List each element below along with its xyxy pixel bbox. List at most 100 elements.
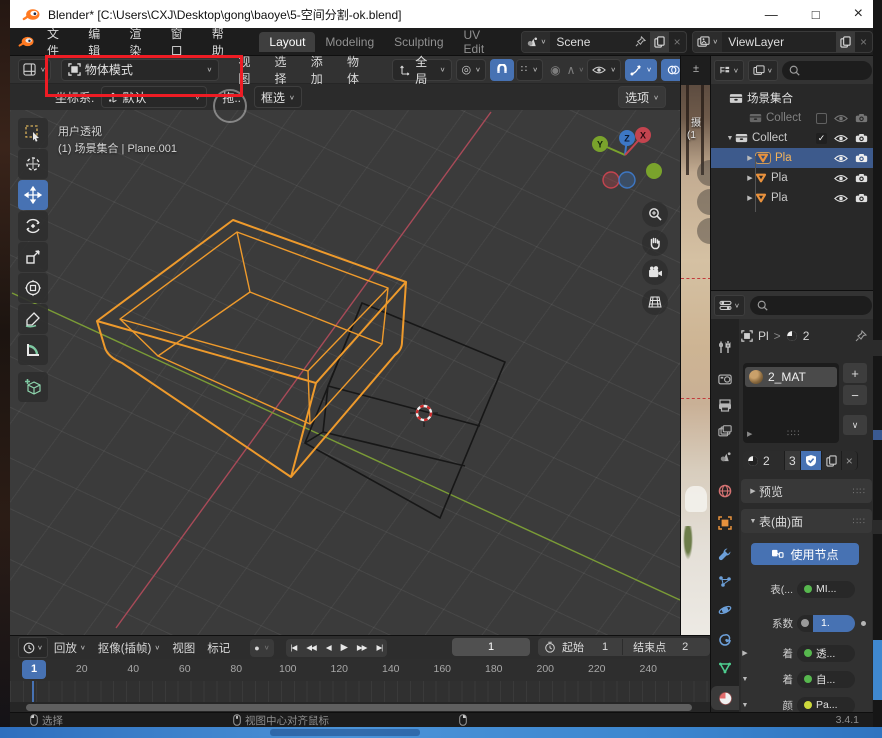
menu-render[interactable]: 渲染 [120, 25, 161, 59]
viewlayer-icon[interactable]: ∨ [693, 32, 722, 52]
tab-object-data[interactable] [711, 656, 739, 680]
proportional-falloff-dropdown[interactable]: ∧∨ [564, 63, 588, 77]
drag-label[interactable]: 拖.. [215, 89, 248, 106]
new-viewlayer-icon[interactable] [836, 32, 855, 52]
keying-set-dropdown[interactable]: ∨ [264, 644, 270, 651]
outliner-row-scene-collection[interactable]: 场景集合 [711, 88, 873, 108]
options-dropdown[interactable]: 选项∨ [618, 86, 666, 108]
editor-type-button[interactable]: ∨ [18, 59, 51, 81]
outliner-display-mode-dropdown[interactable]: ∨ [714, 60, 744, 81]
blender-menu-icon[interactable] [18, 35, 34, 48]
tab-object[interactable] [711, 511, 739, 535]
workspace-tab-modeling[interactable]: Modeling [315, 32, 384, 52]
workspace-tab-uvedit[interactable]: UV Edit [454, 25, 513, 59]
jump-to-start-button[interactable]: |◀ [286, 643, 302, 652]
pin-icon[interactable] [631, 36, 650, 47]
unlink-scene-icon[interactable]: × [669, 35, 686, 49]
tab-tool[interactable] [711, 335, 739, 359]
slot-grip[interactable]: ∷∷ [787, 428, 800, 439]
breadcrumb-object-name[interactable]: Pl [758, 329, 769, 343]
proportional-editing-icon[interactable]: ◉ [547, 63, 563, 77]
tab-modifiers[interactable] [711, 542, 739, 566]
workspace-tab-sculpting[interactable]: Sculpting [384, 32, 453, 52]
tab-output[interactable] [711, 393, 739, 417]
tab-render[interactable] [711, 367, 739, 391]
tool-measure[interactable] [18, 335, 48, 365]
tool-annotate[interactable] [18, 304, 48, 334]
hide-eye-icon2[interactable] [834, 134, 848, 143]
tool-cursor[interactable] [18, 149, 48, 179]
breadcrumb-material-count[interactable]: 2 [803, 329, 810, 343]
menu-window[interactable]: 窗口 [162, 25, 203, 59]
gizmos-dropdown[interactable]: ∨ [625, 59, 657, 81]
perspective-toggle-button[interactable] [642, 289, 668, 315]
animate-decorator-dot[interactable] [861, 621, 866, 626]
tab-particles[interactable] [711, 570, 739, 594]
outliner-row-collection[interactable]: ▼ Collect ✓ [711, 128, 873, 148]
panel-grip[interactable]: ∷∷ [853, 486, 866, 497]
minimize-button[interactable]: — [765, 7, 778, 22]
disable-render-camera-icon2[interactable] [855, 133, 868, 143]
tab-constraints[interactable] [711, 628, 739, 652]
properties-search-input[interactable] [750, 296, 872, 315]
disable-render-camera-icon3[interactable] [855, 153, 868, 163]
add-material-slot-button[interactable]: + [843, 363, 867, 383]
start-frame-value[interactable]: 1 [602, 641, 608, 653]
prev-keyframe-button[interactable]: ◀◀ [301, 643, 321, 652]
timeline-editor-dropdown[interactable]: ∨ [18, 637, 48, 658]
outliner-row-plane-active[interactable]: ▶ Pla [711, 148, 873, 168]
timeline-menu-playback[interactable]: 回放∨ [48, 640, 92, 656]
tab-physics[interactable] [711, 598, 739, 622]
pan-hand-button[interactable] [642, 230, 668, 256]
playhead-badge[interactable]: 1 [22, 660, 46, 679]
outliner-row-collection-hidden[interactable]: Collect [711, 108, 873, 128]
timeline-menu-keying[interactable]: 抠像(插帧)∨ [92, 640, 167, 656]
timeline-ruler[interactable]: 20 40 60 80 100 120 140 160 180 200 220 … [10, 659, 710, 681]
new-scene-icon[interactable] [650, 32, 669, 52]
play-reverse-button[interactable]: ◀ [321, 643, 336, 652]
hide-eye-icon5[interactable] [834, 194, 848, 203]
camera-viewport-strip[interactable]: ± 摄 (1 [680, 56, 710, 635]
menu-edit[interactable]: 编辑 [79, 25, 120, 59]
properties-editor-dropdown[interactable]: ∨ [714, 295, 745, 316]
collection-checkbox-checked[interactable]: ✓ [816, 133, 827, 144]
tab-material[interactable] [711, 686, 739, 710]
material-slot-list[interactable]: 2_MAT ▶ ∷∷ [743, 363, 839, 443]
breadcrumb-pin-icon[interactable] [855, 330, 867, 342]
camera-view-button[interactable] [642, 259, 668, 285]
remove-material-slot-button[interactable]: − [843, 385, 867, 405]
panel-grip2[interactable]: ∷∷ [853, 516, 866, 527]
hide-eye-icon3[interactable] [834, 154, 848, 163]
zoom-button[interactable] [642, 201, 668, 227]
new-material-copy-icon[interactable] [822, 451, 842, 470]
hide-eye-icon4[interactable] [834, 174, 848, 183]
slot-expand-icon[interactable]: ▶ [747, 430, 752, 438]
select-box-dropdown[interactable]: 框选∨ [254, 86, 302, 108]
tab-scene[interactable] [711, 445, 739, 469]
menu-select[interactable]: 选择 [268, 53, 304, 87]
next-keyframe-button[interactable]: ▶▶ [352, 643, 372, 652]
color-dropdown[interactable]: Pa... [797, 697, 855, 713]
timeline-tick-area[interactable] [10, 681, 710, 702]
playhead-line[interactable] [32, 681, 34, 702]
tool-add-cube[interactable] [18, 372, 48, 402]
jump-to-end-button[interactable]: ▶| [371, 643, 387, 652]
shader1-dropdown[interactable]: 透... [797, 645, 855, 662]
tool-select-box[interactable] [18, 118, 48, 148]
tool-rotate[interactable] [18, 211, 48, 241]
object-type-visibility-dropdown[interactable]: ∨ [587, 59, 621, 81]
coord-system-dropdown[interactable]: 默认 ∨ [101, 86, 207, 108]
panel-surface[interactable]: ▼ 表(曲)面 ∷∷ [741, 509, 872, 533]
material-user-count[interactable]: 3 [785, 451, 801, 470]
tab-world[interactable] [711, 479, 739, 503]
timeline-menu-view[interactable]: 视图 [166, 640, 201, 656]
outliner-search-input[interactable] [782, 61, 872, 80]
hide-eye-icon[interactable] [834, 114, 848, 123]
tool-transform[interactable] [18, 273, 48, 303]
material-datablock-selector[interactable]: 2 [743, 451, 785, 470]
maximize-button[interactable]: □ [812, 7, 820, 22]
disable-render-camera-icon5[interactable] [855, 193, 868, 203]
panel-preview[interactable]: ▶ 预览 ∷∷ [741, 479, 872, 503]
menu-add[interactable]: 添加 [304, 53, 340, 87]
timeline-scrollbar-thumb[interactable] [26, 704, 692, 711]
